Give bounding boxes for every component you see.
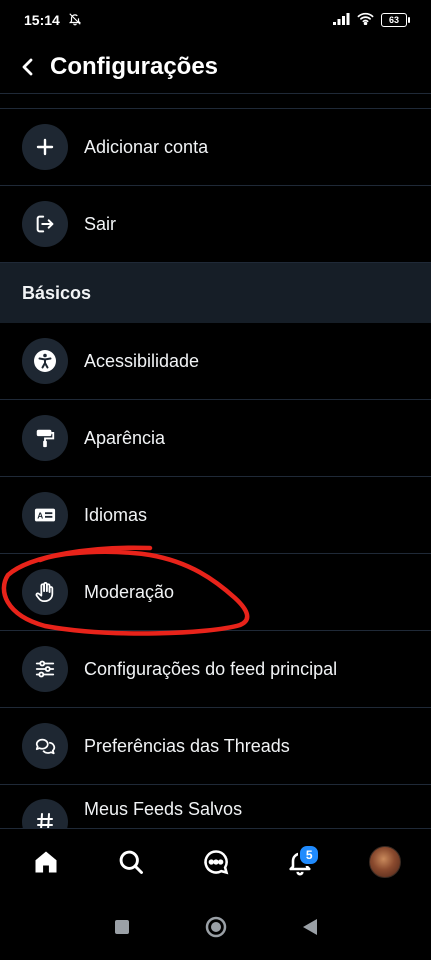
chat-icon bbox=[203, 849, 228, 874]
languages-label: Idiomas bbox=[84, 504, 148, 525]
system-nav-bar bbox=[0, 894, 431, 960]
tab-notifications[interactable]: 5 bbox=[278, 840, 322, 884]
language-icon: A bbox=[22, 492, 68, 538]
back-button[interactable] bbox=[14, 53, 42, 81]
square-icon bbox=[114, 920, 129, 934]
thread-preferences-row[interactable]: Preferências das Threads bbox=[0, 708, 431, 785]
recents-button[interactable] bbox=[110, 915, 134, 939]
saved-feeds-row[interactable]: Meus Feeds Salvos bbox=[0, 785, 431, 828]
hashtag-icon bbox=[22, 799, 68, 828]
settings-header: Configurações bbox=[0, 40, 431, 94]
accessibility-icon bbox=[22, 338, 68, 384]
accessibility-label: Acessibilidade bbox=[84, 350, 200, 371]
tab-profile[interactable] bbox=[363, 840, 407, 884]
logout-icon bbox=[22, 201, 68, 247]
sliders-icon bbox=[22, 646, 68, 692]
signal-icon bbox=[333, 12, 350, 28]
status-bar: 15:14 63 bbox=[0, 0, 431, 40]
tab-chat[interactable] bbox=[194, 840, 238, 884]
sign-out-label: Sair bbox=[84, 213, 117, 234]
home-feed-settings-label: Configurações do feed principal bbox=[84, 658, 338, 679]
status-time: 15:14 bbox=[24, 12, 60, 28]
svg-text:A: A bbox=[37, 512, 43, 521]
muted-bell-icon bbox=[68, 12, 82, 29]
search-icon bbox=[119, 850, 143, 874]
add-account-row[interactable]: Adicionar conta bbox=[0, 109, 431, 186]
thread-preferences-label: Preferências das Threads bbox=[84, 735, 290, 756]
back-nav-button[interactable] bbox=[298, 915, 322, 939]
tab-search[interactable] bbox=[109, 840, 153, 884]
page-title: Configurações bbox=[50, 52, 219, 80]
languages-row[interactable]: A Idiomas bbox=[0, 477, 431, 554]
chevron-left-icon bbox=[22, 58, 33, 75]
section-header-basics: Básicos bbox=[0, 263, 431, 323]
moderation-label: Moderação bbox=[84, 581, 175, 602]
paint-roller-icon bbox=[22, 415, 68, 461]
add-account-label: Adicionar conta bbox=[84, 136, 209, 157]
accessibility-row[interactable]: Acessibilidade bbox=[0, 323, 431, 400]
bottom-tab-bar: 5 bbox=[0, 828, 431, 894]
divider bbox=[0, 94, 431, 109]
triangle-back-icon bbox=[302, 919, 317, 935]
home-button[interactable] bbox=[204, 915, 228, 939]
tab-home[interactable] bbox=[24, 840, 68, 884]
chat-bubbles-icon bbox=[22, 723, 68, 769]
saved-feeds-label: Meus Feeds Salvos bbox=[84, 799, 243, 819]
appearance-label: Aparência bbox=[84, 427, 166, 448]
settings-list[interactable]: Adicionar conta Sair Básicos Acessibilid… bbox=[0, 94, 431, 828]
wifi-icon bbox=[357, 12, 374, 28]
hand-icon bbox=[22, 569, 68, 615]
notification-count-badge: 5 bbox=[298, 843, 321, 866]
circle-icon bbox=[205, 916, 226, 938]
plus-icon bbox=[22, 124, 68, 170]
appearance-row[interactable]: Aparência bbox=[0, 400, 431, 477]
sign-out-row[interactable]: Sair bbox=[0, 186, 431, 263]
battery-indicator: 63 bbox=[381, 13, 410, 27]
moderation-row[interactable]: Moderação bbox=[0, 554, 431, 631]
home-icon bbox=[35, 851, 57, 872]
home-feed-settings-row[interactable]: Configurações do feed principal bbox=[0, 631, 431, 708]
avatar bbox=[369, 845, 401, 878]
